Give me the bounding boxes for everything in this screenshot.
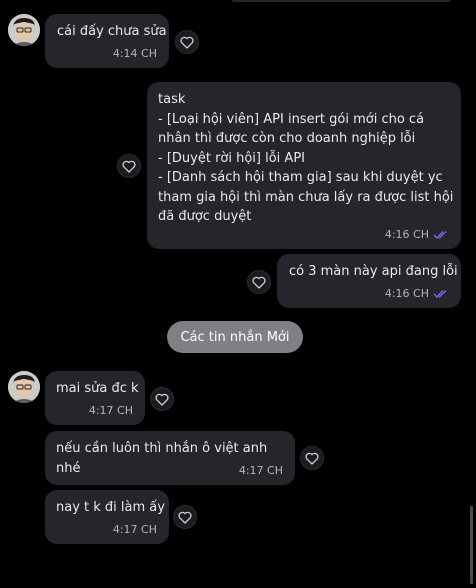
- heart-outline-icon: [180, 36, 194, 49]
- heart-outline-icon: [305, 452, 319, 465]
- message-text: task - [Loại hội viên] API insert gói mớ…: [158, 92, 454, 224]
- message-bubble[interactable]: có 3 màn này api đang lỗi 4:16 CH: [277, 254, 461, 308]
- message-timestamp: 4:17 CH: [112, 523, 157, 536]
- react-heart-button[interactable]: [117, 154, 141, 178]
- double-check-icon: [433, 230, 447, 239]
- message-bubble[interactable]: task - [Loại hội viên] API insert gói mớ…: [147, 82, 461, 249]
- message-timestamp: 4:16 CH: [385, 228, 449, 241]
- message-text: cái đấy chưa sửa: [57, 24, 167, 39]
- react-heart-button[interactable]: [175, 30, 199, 54]
- heart-outline-icon: [178, 511, 192, 524]
- avatar[interactable]: [8, 371, 40, 403]
- heart-outline-icon: [155, 393, 169, 406]
- scrollbar-thumb[interactable]: [470, 506, 473, 584]
- react-heart-button[interactable]: [173, 505, 197, 529]
- chat-window: cái đấy chưa sửa 4:14 CH task - [Loại hộ…: [0, 0, 476, 588]
- react-heart-button[interactable]: [247, 270, 271, 294]
- heart-outline-icon: [122, 160, 136, 173]
- message-bubble[interactable]: cái đấy chưa sửa 4:14 CH: [45, 14, 169, 68]
- double-check-icon: [433, 289, 447, 298]
- message-bubble[interactable]: nay t k đi làm ấy 4:17 CH: [45, 490, 169, 544]
- react-heart-button[interactable]: [150, 387, 174, 411]
- message-timestamp: 4:16 CH: [385, 287, 449, 300]
- message-timestamp: 4:17 CH: [238, 464, 283, 477]
- message-timestamp: 4:14 CH: [112, 47, 157, 60]
- react-heart-button[interactable]: [300, 446, 324, 470]
- heart-outline-icon: [252, 276, 266, 289]
- avatar[interactable]: [8, 14, 40, 46]
- message-bubble[interactable]: mai sửa đc k 4:17 CH: [45, 371, 145, 425]
- message-text: nay t k đi làm ấy: [56, 500, 165, 515]
- message-text: có 3 màn này api đang lỗi: [289, 264, 458, 279]
- message-bubble[interactable]: nếu cần luôn thì nhắn ô việt anh nhé 4:1…: [45, 431, 295, 485]
- previous-message-edge: [228, 0, 454, 2]
- message-timestamp: 4:17 CH: [88, 404, 133, 417]
- new-messages-divider: Các tin nhắn Mới: [167, 321, 303, 353]
- message-text: mai sửa đc k: [56, 381, 139, 396]
